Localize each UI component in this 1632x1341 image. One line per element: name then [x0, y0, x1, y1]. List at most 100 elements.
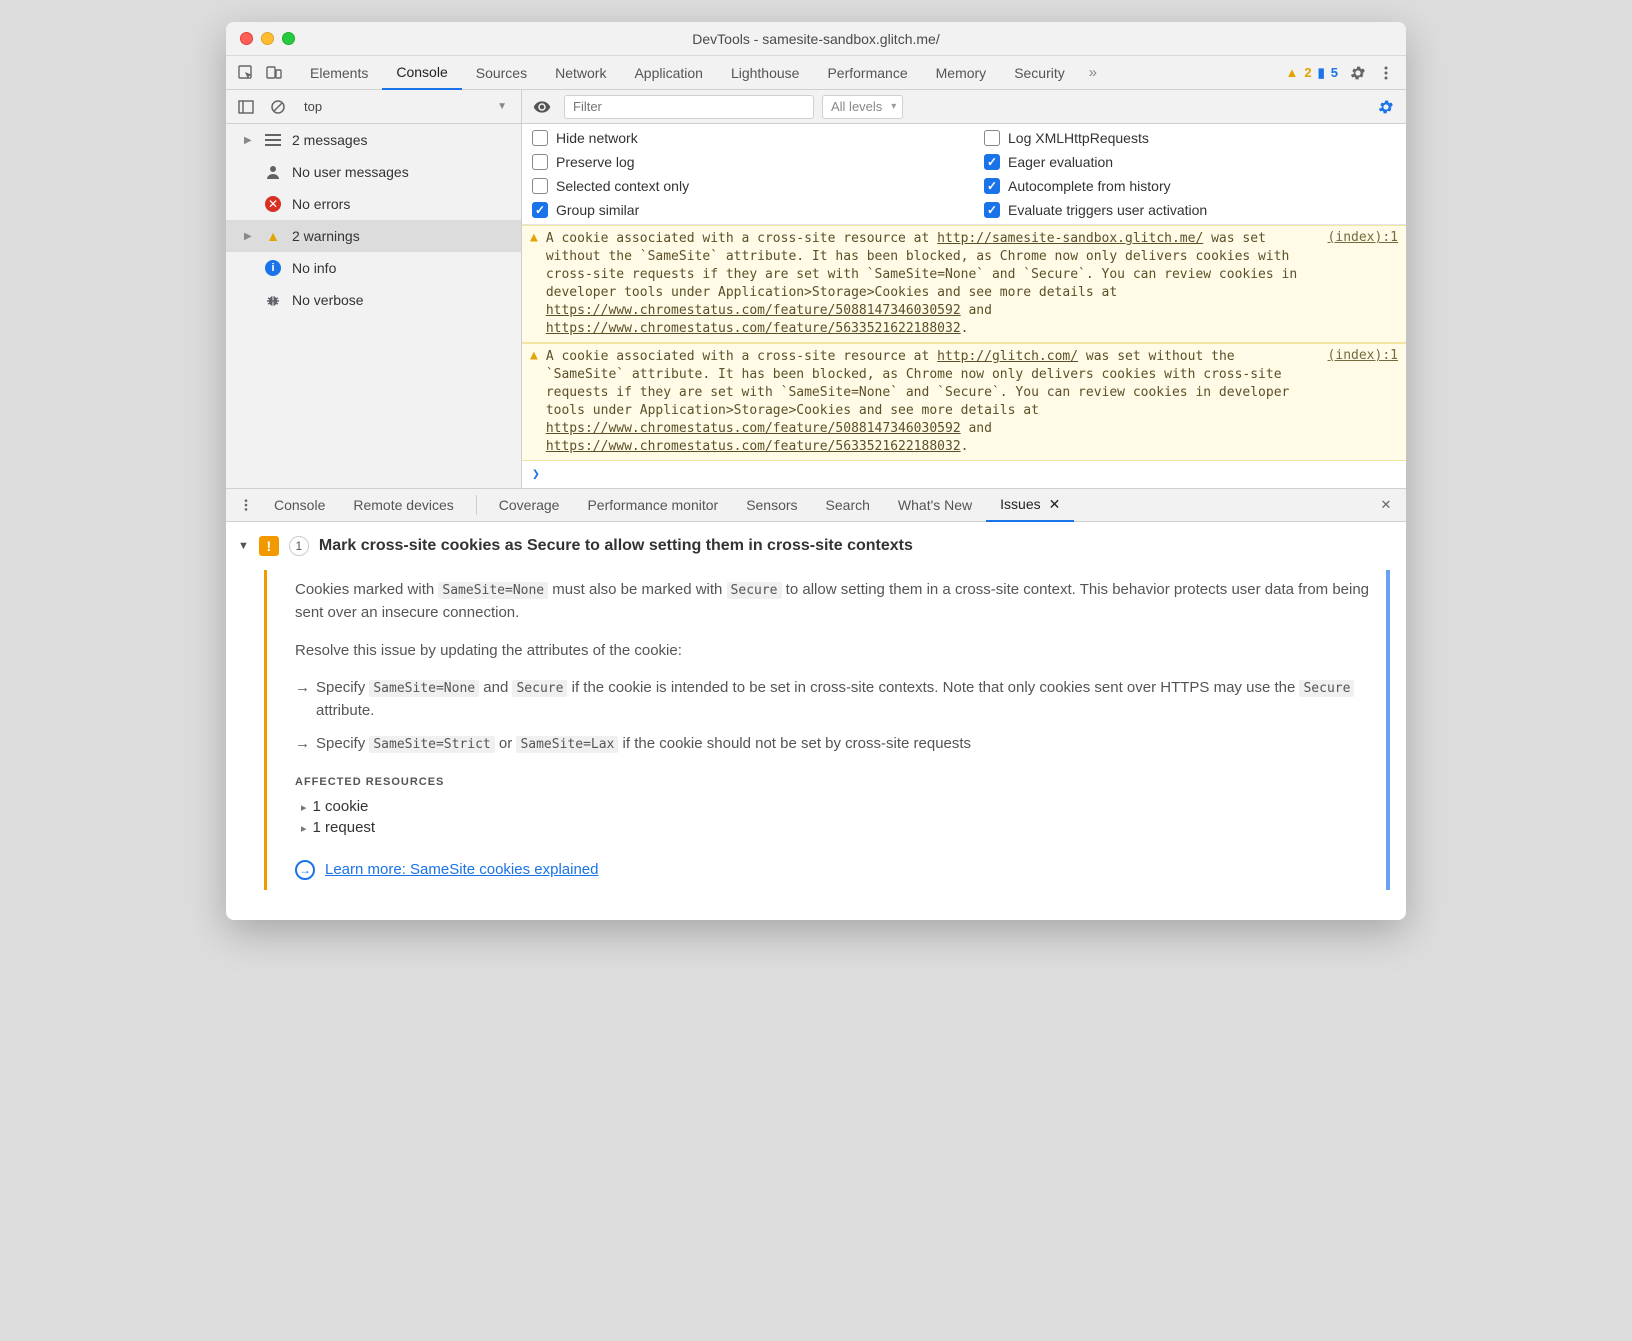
close-icon[interactable]: ✕	[1049, 496, 1061, 513]
sidebar-item-warnings[interactable]: ▶ ▲ 2 warnings	[226, 220, 521, 252]
option-group[interactable]: Group similar	[532, 202, 944, 218]
tab-console[interactable]: Console	[382, 56, 461, 90]
filter-input[interactable]	[564, 95, 814, 119]
context-value: top	[304, 99, 322, 114]
option-activation[interactable]: Evaluate triggers user activation	[984, 202, 1396, 218]
sidebar-item-info[interactable]: i No info	[226, 252, 521, 284]
option-log-xhr[interactable]: Log XMLHttpRequests	[984, 130, 1396, 146]
close-drawer-icon[interactable]: ✕	[1372, 491, 1400, 519]
expand-icon: ▶	[244, 231, 254, 242]
sidebar-item-label: No info	[292, 260, 336, 276]
console-warning-message[interactable]: ▲ A cookie associated with a cross-site …	[522, 225, 1406, 343]
checkbox[interactable]	[984, 130, 1000, 146]
console-warning-message[interactable]: ▲ A cookie associated with a cross-site …	[522, 343, 1406, 461]
drawer-tab-remote[interactable]: Remote devices	[339, 488, 467, 522]
checkbox[interactable]	[984, 178, 1000, 194]
more-tabs-icon[interactable]	[1079, 59, 1107, 87]
devtools-window: DevTools - samesite-sandbox.glitch.me/ E…	[226, 22, 1406, 920]
disclosure-icon[interactable]: ▼	[238, 540, 249, 552]
tab-network[interactable]: Network	[541, 56, 620, 90]
checkbox[interactable]	[984, 202, 1000, 218]
issue-resolve: Resolve this issue by updating the attri…	[295, 639, 1372, 662]
affected-resources-heading: AFFECTED RESOURCES	[295, 776, 1372, 788]
tab-sources[interactable]: Sources	[462, 56, 541, 90]
issue-header[interactable]: ▼ ! 1 Mark cross-site cookies as Secure …	[238, 536, 1390, 556]
titlebar: DevTools - samesite-sandbox.glitch.me/	[226, 22, 1406, 56]
issues-panel: ▼ ! 1 Mark cross-site cookies as Secure …	[226, 522, 1406, 920]
feature-link[interactable]: https://www.chromestatus.com/feature/508…	[546, 303, 961, 318]
kebab-menu-icon[interactable]	[232, 491, 260, 519]
drawer-tab-console[interactable]: Console	[260, 488, 339, 522]
feature-link[interactable]: https://www.chromestatus.com/feature/563…	[546, 321, 961, 336]
warning-icon[interactable]: ▲	[1286, 65, 1299, 80]
drawer-tab-search[interactable]: Search	[812, 488, 884, 522]
issue-title: Mark cross-site cookies as Secure to all…	[319, 537, 913, 555]
tab-application[interactable]: Application	[620, 56, 717, 90]
option-autocomplete[interactable]: Autocomplete from history	[984, 178, 1396, 194]
warning-count[interactable]: 2	[1304, 65, 1311, 80]
tab-memory[interactable]: Memory	[922, 56, 1001, 90]
learn-more-link[interactable]: Learn more: SameSite cookies explained	[325, 861, 599, 878]
context-selector[interactable]: top ▼	[296, 99, 515, 114]
sidebar-toggle-icon[interactable]	[232, 93, 260, 121]
sidebar-item-label: No user messages	[292, 164, 409, 180]
main-tabbar: Elements Console Sources Network Applica…	[226, 56, 1406, 90]
console-settings-panel: Hide network Log XMLHttpRequests Preserv…	[522, 124, 1406, 224]
error-icon: ✕	[264, 195, 282, 213]
console-messages: ▲ A cookie associated with a cross-site …	[522, 224, 1406, 488]
checkbox[interactable]	[532, 202, 548, 218]
console-sidebar: ▶ 2 messages No user messages ✕ No error…	[226, 124, 522, 488]
clear-console-icon[interactable]	[264, 93, 292, 121]
issue-count[interactable]: 5	[1331, 65, 1338, 80]
drawer-tab-perfmon[interactable]: Performance monitor	[573, 488, 732, 522]
kebab-menu-icon[interactable]	[1372, 59, 1400, 87]
option-preserve[interactable]: Preserve log	[532, 154, 944, 170]
sidebar-item-messages[interactable]: ▶ 2 messages	[226, 124, 521, 156]
sidebar-item-verbose[interactable]: No verbose	[226, 284, 521, 316]
chevron-down-icon: ▼	[497, 101, 507, 112]
tab-performance[interactable]: Performance	[813, 56, 921, 90]
tab-elements[interactable]: Elements	[296, 56, 382, 90]
drawer-tab-issues[interactable]: Issues ✕	[986, 488, 1074, 522]
feature-link[interactable]: https://www.chromestatus.com/feature/508…	[546, 421, 961, 436]
log-levels-value: All levels	[831, 99, 882, 114]
issue-icon[interactable]: ▮	[1318, 65, 1325, 81]
source-link[interactable]: (index):1	[1328, 230, 1398, 338]
sidebar-item-user[interactable]: No user messages	[226, 156, 521, 188]
settings-icon[interactable]	[1344, 59, 1372, 87]
source-link[interactable]: (index):1	[1328, 348, 1398, 456]
expand-icon: ▶	[244, 135, 254, 146]
window-title: DevTools - samesite-sandbox.glitch.me/	[226, 31, 1406, 47]
console-settings-icon[interactable]	[1372, 93, 1400, 121]
affected-request[interactable]: 1 request	[301, 819, 1372, 836]
option-eager[interactable]: Eager evaluation	[984, 154, 1396, 170]
checkbox[interactable]	[532, 154, 548, 170]
affected-cookie[interactable]: 1 cookie	[301, 798, 1372, 815]
inspect-element-icon[interactable]	[232, 59, 260, 87]
device-mode-icon[interactable]	[260, 59, 288, 87]
arrow-right-icon: →	[295, 860, 315, 880]
tab-security[interactable]: Security	[1000, 56, 1079, 90]
resource-link[interactable]: http://samesite-sandbox.glitch.me/	[937, 231, 1203, 246]
option-hide-network[interactable]: Hide network	[532, 130, 944, 146]
log-levels-select[interactable]: All levels	[822, 95, 903, 119]
console-prompt[interactable]: ❯	[522, 461, 1406, 488]
option-context-only[interactable]: Selected context only	[532, 178, 944, 194]
checkbox[interactable]	[984, 154, 1000, 170]
divider	[476, 495, 477, 515]
sidebar-item-label: No verbose	[292, 292, 364, 308]
checkbox[interactable]	[532, 130, 548, 146]
resource-link[interactable]: http://glitch.com/	[937, 349, 1078, 364]
drawer-tab-whatsnew[interactable]: What's New	[884, 488, 986, 522]
checkbox[interactable]	[532, 178, 548, 194]
list-icon	[264, 131, 282, 149]
warning-icon: ▲	[530, 348, 538, 456]
tab-lighthouse[interactable]: Lighthouse	[717, 56, 814, 90]
console-toolbar: top ▼ All levels	[226, 90, 1406, 124]
sidebar-item-errors[interactable]: ✕ No errors	[226, 188, 521, 220]
feature-link[interactable]: https://www.chromestatus.com/feature/563…	[546, 439, 961, 454]
bug-icon	[264, 291, 282, 309]
drawer-tab-coverage[interactable]: Coverage	[485, 488, 574, 522]
live-expression-icon[interactable]	[528, 93, 556, 121]
drawer-tab-sensors[interactable]: Sensors	[732, 488, 811, 522]
